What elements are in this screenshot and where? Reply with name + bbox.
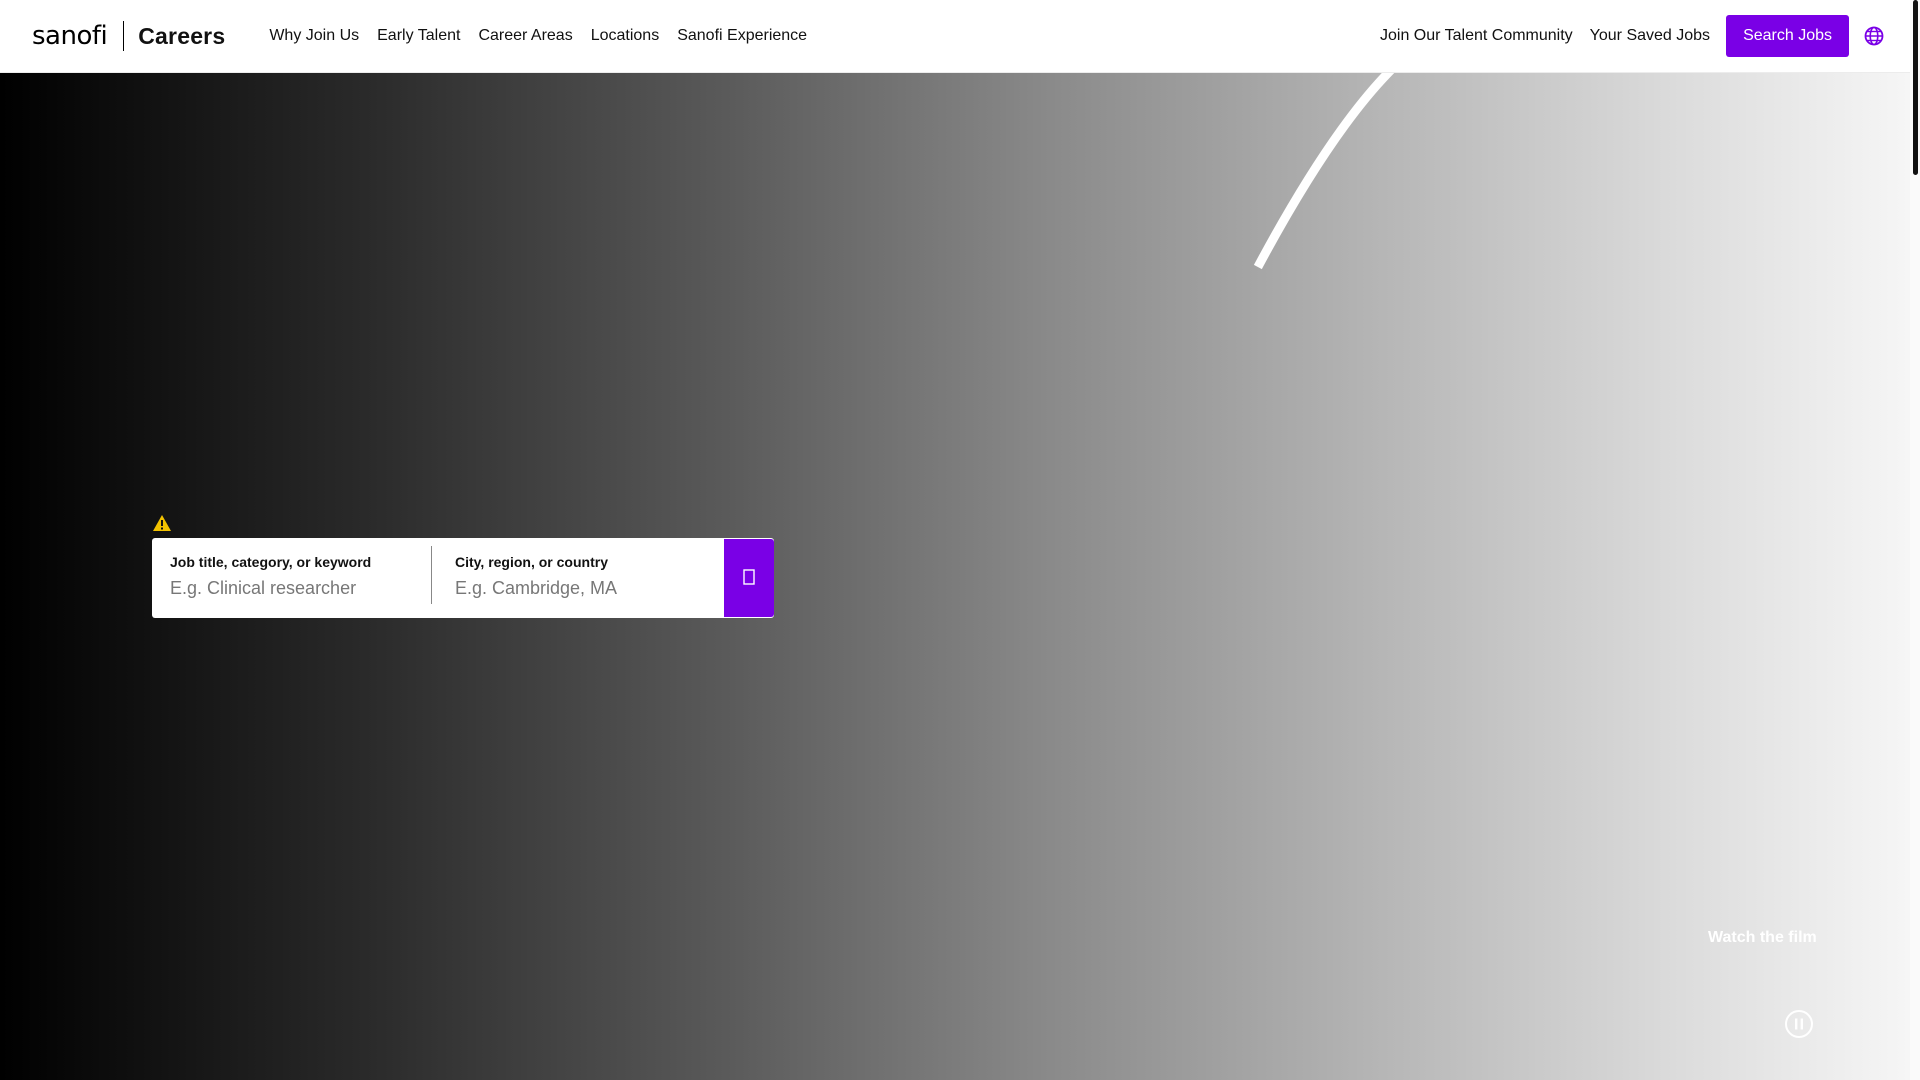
saved-jobs-link[interactable]: Your Saved Jobs: [1590, 27, 1710, 45]
globe-icon[interactable]: [1864, 26, 1884, 46]
keyword-input[interactable]: [170, 578, 410, 599]
pause-button[interactable]: [1784, 1009, 1814, 1039]
pause-icon: [1784, 1010, 1814, 1042]
scrollbar-thumb[interactable]: [1913, 0, 1918, 175]
location-label: City, region, or country: [455, 554, 608, 570]
nav-early-talent[interactable]: Early Talent: [377, 27, 460, 45]
job-search-form: Job title, category, or keyword City, re…: [152, 538, 774, 618]
page-scrollbar[interactable]: [1910, 0, 1920, 1080]
nav-sanofi-experience[interactable]: Sanofi Experience: [677, 27, 807, 45]
decorative-arc: [1253, 73, 1395, 270]
search-submit-button[interactable]: [724, 539, 774, 617]
location-field: City, region, or country: [431, 538, 724, 618]
search-icon: [743, 567, 755, 590]
site-header: sanofi Careers Why Join Us Early Talent …: [0, 0, 1910, 73]
keyword-field: Job title, category, or keyword: [152, 538, 432, 618]
careers-title[interactable]: Careers: [138, 23, 225, 50]
watch-film-link[interactable]: Watch the film: [1708, 929, 1817, 947]
brand[interactable]: sanofi Careers: [32, 0, 225, 73]
talent-community-link[interactable]: Join Our Talent Community: [1380, 27, 1573, 45]
warning-icon: [152, 514, 172, 532]
nav-locations[interactable]: Locations: [591, 27, 660, 45]
keyword-label: Job title, category, or keyword: [170, 554, 372, 570]
main-nav: Why Join Us Early Talent Career Areas Lo…: [269, 27, 825, 45]
location-input[interactable]: [455, 578, 695, 599]
nav-career-areas[interactable]: Career Areas: [478, 27, 572, 45]
search-jobs-button[interactable]: Search Jobs: [1726, 15, 1849, 57]
header-actions: Join Our Talent Community Your Saved Job…: [1363, 15, 1884, 57]
sanofi-logo[interactable]: sanofi: [32, 21, 108, 51]
brand-divider: [123, 21, 125, 51]
nav-why-join-us[interactable]: Why Join Us: [269, 27, 359, 45]
